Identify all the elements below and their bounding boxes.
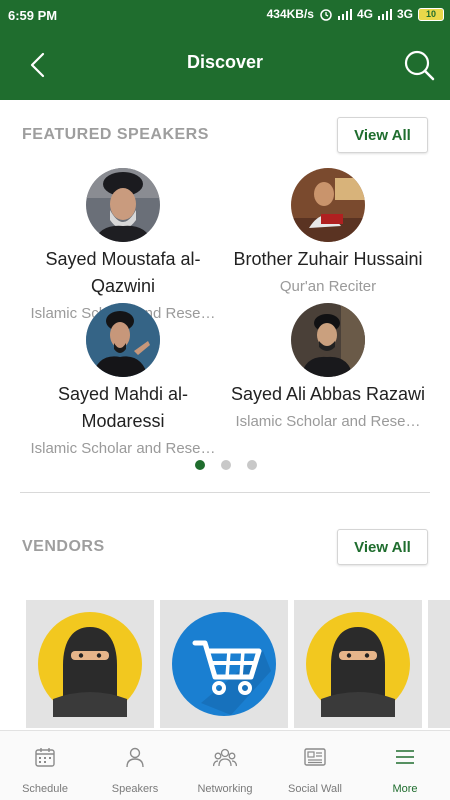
speaker-avatar: [291, 168, 365, 242]
niqab-avatar-icon: [38, 612, 142, 717]
section-divider: [20, 492, 430, 493]
nav-label: Social Wall: [288, 783, 342, 795]
network-speed: 434KB/s: [266, 7, 314, 21]
network-type-1: 4G: [356, 7, 373, 21]
battery-icon: 10: [418, 7, 444, 21]
nav-label: Schedule: [22, 783, 68, 795]
featured-speakers-title: FEATURED SPEAKERS: [22, 126, 209, 143]
search-icon[interactable]: [402, 48, 436, 82]
speaker-avatar: [291, 303, 365, 377]
calendar-icon: [35, 748, 55, 767]
nav-label: Networking: [197, 783, 253, 795]
nav-label: More: [392, 783, 418, 795]
niqab-avatar-icon: [306, 612, 410, 717]
nav-social-wall[interactable]: Social Wall: [270, 731, 360, 800]
carousel-dot[interactable]: [247, 460, 257, 470]
news-board-icon: [304, 748, 326, 766]
speaker-avatar: [86, 303, 160, 377]
bottom-navigation: Schedule Speakers Networking Social Wall…: [0, 730, 450, 800]
vendors-view-all-button[interactable]: View All: [337, 529, 428, 565]
shopping-cart-icon: [172, 612, 276, 716]
page-title: Discover: [186, 52, 264, 72]
status-icons: 434KB/s 4G 3G 10: [267, 7, 444, 21]
speaker-card[interactable]: Brother Zuhair Hussaini Qur'an Reciter: [223, 168, 433, 300]
speaker-avatar: [86, 168, 160, 242]
status-bar: 6:59 PM 434KB/s 4G 3G 10: [0, 0, 450, 30]
speaker-role: Islamic Scholar and Rese…: [30, 440, 216, 457]
speaker-name: Brother Zuhair Hussaini: [233, 249, 423, 269]
featured-speakers-carousel[interactable]: Sayed Moustafa al-Qazwini Islamic Schola…: [0, 164, 450, 464]
signal-icon-2: [377, 8, 392, 20]
speaker-role: Qur'an Reciter: [279, 278, 377, 295]
app-bar: Discover: [0, 30, 450, 100]
nav-more[interactable]: More: [360, 731, 450, 800]
speakers-view-all-button[interactable]: View All: [337, 117, 428, 153]
vendor-tile-partial[interactable]: [428, 600, 450, 728]
vendor-tile[interactable]: [26, 600, 154, 728]
people-group-icon: [213, 748, 237, 767]
featured-speakers-header: FEATURED SPEAKERS View All: [22, 117, 428, 153]
speaker-role: Islamic Scholar and Rese…: [235, 413, 421, 430]
nav-speakers[interactable]: Speakers: [90, 731, 180, 800]
nav-label: Speakers: [111, 783, 159, 795]
vendors-header: VENDORS View All: [22, 529, 428, 565]
nav-schedule[interactable]: Schedule: [0, 731, 90, 800]
speaker-card[interactable]: Sayed Mahdi al-Modaressi Islamic Scholar…: [18, 303, 228, 462]
speaker-card[interactable]: Sayed Ali Abbas Razawi Islamic Scholar a…: [223, 303, 433, 435]
carousel-pagination: [195, 460, 257, 470]
carousel-dot[interactable]: [195, 460, 205, 470]
nav-networking[interactable]: Networking: [180, 731, 270, 800]
signal-icon: [337, 8, 352, 20]
speaker-name: Sayed Mahdi al-Modaressi: [57, 384, 189, 431]
vendors-list[interactable]: [26, 600, 450, 728]
status-time: 6:59 PM: [8, 8, 58, 23]
network-type-2: 3G: [396, 7, 413, 21]
person-icon: [126, 747, 144, 768]
alarm-icon: [320, 9, 332, 21]
vendor-tile[interactable]: [294, 600, 422, 728]
vendors-title: VENDORS: [22, 538, 105, 555]
speaker-name: Sayed Moustafa al-Qazwini: [45, 249, 201, 296]
vendor-tile[interactable]: [160, 600, 288, 728]
battery-level: 10: [425, 8, 436, 19]
carousel-dot[interactable]: [221, 460, 231, 470]
menu-icon: [396, 750, 414, 764]
speaker-name: Sayed Ali Abbas Razawi: [230, 384, 426, 404]
